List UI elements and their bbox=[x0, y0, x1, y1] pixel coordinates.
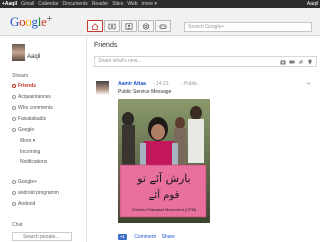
page-title: Friends bbox=[94, 42, 118, 49]
placard-caption: Civilized Pakistani Movement (CPM) bbox=[132, 207, 197, 212]
sidebar-item-incoming[interactable]: Incoming bbox=[20, 149, 40, 155]
topbar-link-plus-user[interactable]: +Aaqil bbox=[2, 0, 17, 8]
profile-icon[interactable] bbox=[121, 20, 137, 32]
sidebar: Aaqil Stream Friends Acquaintances Who c… bbox=[0, 36, 86, 242]
share-link[interactable]: Share bbox=[162, 234, 175, 240]
circle-bullet-icon bbox=[12, 128, 16, 132]
header: Google+ bbox=[0, 8, 320, 36]
placard-line-1: بارش آئے تو bbox=[136, 171, 190, 185]
share-placeholder: Share what's new... bbox=[98, 58, 142, 64]
topbar-link-sites[interactable]: Sites bbox=[112, 0, 123, 8]
topbar-link-more[interactable]: more ▾ bbox=[142, 0, 157, 8]
comment-link[interactable]: Comment bbox=[134, 234, 156, 240]
circle-bullet-icon bbox=[12, 180, 16, 184]
sidebar-item-acquaintances[interactable]: Acquaintances bbox=[12, 94, 51, 100]
sidebar-item-notifications[interactable]: Notifications bbox=[20, 159, 47, 165]
profile-name[interactable]: Aaqil bbox=[27, 54, 40, 60]
avatar[interactable] bbox=[12, 44, 25, 61]
topbar-link-calendar[interactable]: Calendar bbox=[38, 0, 58, 8]
stream-post: Aamir Attaa - 14:23 - Public Public Serv… bbox=[94, 74, 317, 242]
share-attach-icons bbox=[277, 59, 313, 65]
link-icon[interactable] bbox=[298, 59, 304, 65]
chat-heading: Chat bbox=[12, 222, 23, 228]
circle-bullet-icon bbox=[12, 117, 16, 121]
sidebar-item-faisalabadis[interactable]: Faisalabadis bbox=[12, 116, 46, 122]
header-nav-icons bbox=[87, 20, 172, 32]
top-navigation-bar: +Aaqil Gmail Calendar Documents Reader S… bbox=[0, 0, 320, 8]
post-message: Public Service Message bbox=[118, 89, 172, 95]
action-separator: · bbox=[130, 234, 133, 240]
sidebar-item-who-comments[interactable]: Who comments bbox=[12, 105, 53, 111]
photos-icon[interactable] bbox=[104, 20, 120, 32]
circle-bullet-icon bbox=[12, 191, 16, 195]
sidebar-item-friends[interactable]: Friends bbox=[12, 83, 36, 89]
main-stream: Friends Share what's new... Aamir Attaa … bbox=[86, 36, 320, 242]
post-photo[interactable]: بارش آئے تو قوم آئے Civilized Pakistani … bbox=[118, 99, 210, 223]
circle-bullet-icon bbox=[12, 202, 16, 206]
chevron-down-icon[interactable] bbox=[306, 81, 311, 86]
location-icon[interactable] bbox=[307, 59, 313, 65]
stream-heading[interactable]: Stream bbox=[12, 73, 28, 79]
games-icon[interactable] bbox=[155, 20, 171, 32]
topbar-link-documents[interactable]: Documents bbox=[63, 0, 88, 8]
topbar-user-name[interactable]: Aaqil bbox=[307, 0, 318, 8]
post-actions: +1 · Comment · Share bbox=[118, 234, 177, 240]
video-icon[interactable] bbox=[289, 59, 295, 65]
placard-line-2: قوم آئے bbox=[149, 188, 180, 201]
topbar-link-web[interactable]: Web bbox=[127, 0, 137, 8]
circle-bullet-icon bbox=[12, 84, 16, 88]
protest-photo-image: بارش آئے تو قوم آئے Civilized Pakistani … bbox=[118, 99, 210, 223]
camera-icon[interactable] bbox=[280, 59, 286, 65]
sidebar-item-android[interactable]: Android bbox=[12, 201, 35, 207]
topbar-link-reader[interactable]: Reader bbox=[92, 0, 108, 8]
topbar-link-gmail[interactable]: Gmail bbox=[21, 0, 34, 8]
post-author-avatar[interactable] bbox=[96, 81, 109, 95]
search-input[interactable] bbox=[184, 22, 312, 32]
home-icon[interactable] bbox=[87, 20, 103, 32]
post-timestamp[interactable]: - 14:23 bbox=[153, 81, 169, 87]
circle-bullet-icon bbox=[12, 106, 16, 110]
circle-bullet-icon bbox=[12, 95, 16, 99]
sidebar-item-google[interactable]: Google bbox=[12, 127, 34, 133]
share-input[interactable]: Share what's new... bbox=[94, 56, 317, 67]
post-author-name[interactable]: Aamir Attaa bbox=[118, 81, 146, 87]
sidebar-item-more[interactable]: More ▾ bbox=[20, 138, 35, 144]
plus-one-button[interactable]: +1 bbox=[118, 234, 127, 240]
google-plus-logo[interactable]: Google+ bbox=[10, 14, 52, 30]
chat-search-input[interactable] bbox=[12, 232, 72, 241]
circles-icon[interactable] bbox=[138, 20, 154, 32]
sidebar-item-google-plus[interactable]: Google+ bbox=[12, 179, 37, 185]
sidebar-item-android-programm[interactable]: android programm bbox=[12, 190, 59, 196]
post-visibility: - Public bbox=[181, 81, 198, 87]
action-separator: · bbox=[157, 234, 160, 240]
